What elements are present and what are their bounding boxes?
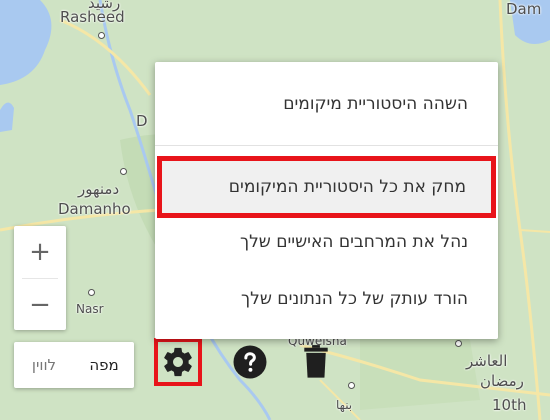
- zoom-out-button[interactable]: −: [14, 279, 66, 331]
- map-label-dam: Dam: [506, 0, 542, 18]
- map-type-toggle: מפה לווין: [14, 342, 134, 388]
- map-label-ramadan-ar: رمضان: [480, 372, 524, 390]
- city-dot: [120, 168, 127, 175]
- gear-icon: [164, 347, 192, 377]
- city-dot: [455, 340, 462, 347]
- settings-menu: השהה היסטוריית מיקומים מחק את כל היסטורי…: [155, 62, 498, 339]
- map-label-rasheed: Rasheed: [60, 8, 125, 26]
- map-label-tenth: 10th: [492, 396, 527, 414]
- map-label-asher-ar: العاشر: [466, 352, 508, 370]
- map-type-map[interactable]: מפה: [74, 356, 134, 374]
- menu-separator: [155, 145, 498, 146]
- help-icon: [233, 345, 267, 379]
- menu-item-download-data[interactable]: הורד עותק של כל הנתונים שלך: [155, 279, 498, 319]
- map-label-damanhur: Damanho: [58, 200, 131, 218]
- city-dot: [348, 382, 355, 389]
- map-label-d: D: [136, 112, 148, 130]
- menu-item-delete-history[interactable]: מחק את כל היסטוריית המיקומים: [157, 156, 496, 218]
- map-label-nasr: Nasr: [76, 302, 104, 316]
- trash-icon: [304, 345, 328, 378]
- zoom-in-button[interactable]: +: [14, 226, 66, 278]
- help-button[interactable]: [232, 344, 268, 380]
- delete-button[interactable]: [298, 344, 334, 380]
- city-dot: [98, 32, 105, 39]
- map-label-banha-ar: بنها: [336, 398, 353, 412]
- map-type-satellite[interactable]: לווין: [14, 356, 74, 374]
- zoom-control: + −: [14, 226, 66, 330]
- menu-item-pause-history[interactable]: השהה היסטוריית מיקומים: [155, 84, 498, 124]
- menu-item-manage-places[interactable]: נהל את המרחבים האישיים שלך: [155, 222, 498, 262]
- city-dot: [88, 289, 95, 296]
- settings-button[interactable]: [154, 338, 202, 386]
- map-label-damanhur-ar: دمنهور: [78, 180, 120, 198]
